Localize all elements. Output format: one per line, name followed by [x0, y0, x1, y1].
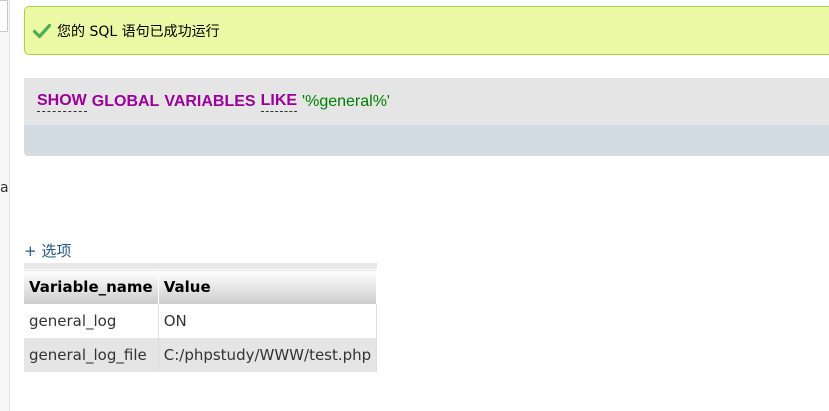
page: a 您的 SQL 语句已成功运行 SHOW GLOBAL VARIABLES L… — [0, 0, 829, 411]
success-message: 您的 SQL 语句已成功运行 — [24, 6, 829, 55]
sql-string-literal: '%general%' — [302, 92, 390, 110]
column-header-value[interactable]: Value — [158, 269, 378, 304]
options-link[interactable]: + 选项 — [24, 240, 71, 261]
sql-keyword-global: GLOBAL — [91, 92, 160, 110]
result-table: Variable_name Value general_log ON gener… — [24, 263, 378, 372]
table-header-row: Variable_name Value — [24, 269, 378, 304]
cell-value: ON — [158, 303, 378, 338]
sql-keyword-show[interactable]: SHOW — [37, 92, 87, 112]
cell-variable-name: general_log — [24, 303, 159, 338]
cell-value: C:/phpstudy/WWW/test.php — [158, 337, 378, 372]
left-panel-edge: a — [0, 0, 10, 411]
table-row: general_log_file C:/phpstudy/WWW/test.ph… — [24, 337, 378, 372]
column-header-variable-name[interactable]: Variable_name — [24, 269, 159, 304]
table-row: general_log ON — [24, 303, 378, 338]
sql-keyword-variables: VARIABLES — [164, 92, 256, 110]
left-panel-box — [0, 0, 8, 32]
cell-variable-name: general_log_file — [24, 337, 159, 372]
sql-query-box: SHOW GLOBAL VARIABLES LIKE '%general%' — [24, 78, 829, 125]
success-text: 您的 SQL 语句已成功运行 — [57, 23, 220, 40]
left-panel-letter: a — [0, 180, 9, 196]
sql-toolbar — [24, 125, 829, 156]
sql-keyword-like[interactable]: LIKE — [260, 92, 298, 112]
check-icon — [33, 23, 51, 38]
